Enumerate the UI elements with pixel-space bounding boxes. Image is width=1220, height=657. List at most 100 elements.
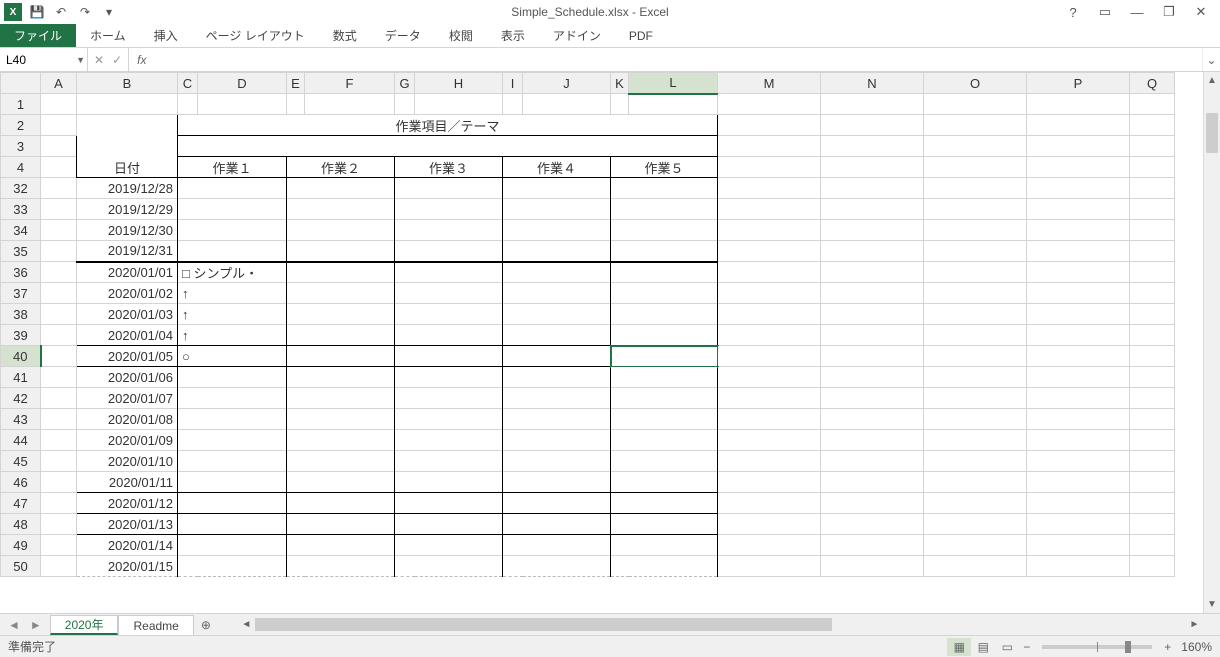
cell-B45[interactable]: 2020/01/10 bbox=[77, 451, 178, 472]
tab-review[interactable]: 校閲 bbox=[435, 24, 487, 47]
cell-O34[interactable] bbox=[924, 220, 1027, 241]
cell-Q34[interactable] bbox=[1130, 220, 1175, 241]
cell-E40[interactable] bbox=[287, 346, 395, 367]
cell-I33[interactable] bbox=[503, 199, 611, 220]
cell-M46[interactable] bbox=[718, 472, 821, 493]
tab-formulas[interactable]: 数式 bbox=[319, 24, 371, 47]
cell-E39[interactable] bbox=[287, 325, 395, 346]
row-header-34[interactable]: 34 bbox=[1, 220, 41, 241]
cell-G40[interactable] bbox=[395, 346, 503, 367]
cell-P45[interactable] bbox=[1027, 451, 1130, 472]
cell-N33[interactable] bbox=[821, 199, 924, 220]
cell-Q45[interactable] bbox=[1130, 451, 1175, 472]
cell-I48[interactable] bbox=[503, 514, 611, 535]
cell-C47[interactable] bbox=[178, 493, 287, 514]
worksheet-grid[interactable]: ABCDEFGHIJKLMNOPQ12日付作業項目／テーマ34作業１作業２作業３… bbox=[0, 72, 1220, 613]
cell-O35[interactable] bbox=[924, 241, 1027, 262]
cell-Q48[interactable] bbox=[1130, 514, 1175, 535]
cell-B33[interactable]: 2019/12/29 bbox=[77, 199, 178, 220]
cell-I38[interactable] bbox=[503, 304, 611, 325]
cell-N34[interactable] bbox=[821, 220, 924, 241]
cell-C40[interactable]: ○ bbox=[178, 346, 287, 367]
cell-G1[interactable] bbox=[395, 94, 415, 115]
cell-O2[interactable] bbox=[924, 115, 1027, 136]
col-header-O[interactable]: O bbox=[924, 73, 1027, 94]
hscroll-thumb[interactable] bbox=[255, 618, 832, 631]
cell-A33[interactable] bbox=[41, 199, 77, 220]
cell-N1[interactable] bbox=[821, 94, 924, 115]
cell-E50[interactable] bbox=[287, 556, 395, 577]
cell-B2[interactable]: 日付 bbox=[77, 115, 178, 178]
cell-P38[interactable] bbox=[1027, 304, 1130, 325]
cell-M35[interactable] bbox=[718, 241, 821, 262]
col-header-C[interactable]: C bbox=[178, 73, 198, 94]
cell-E4[interactable]: 作業２ bbox=[287, 157, 395, 178]
cell-B40[interactable]: 2020/01/05 bbox=[77, 346, 178, 367]
cell-I42[interactable] bbox=[503, 388, 611, 409]
row-header-44[interactable]: 44 bbox=[1, 430, 41, 451]
cell-F1[interactable] bbox=[305, 94, 395, 115]
cell-K37[interactable] bbox=[611, 283, 718, 304]
cell-K43[interactable] bbox=[611, 409, 718, 430]
cell-G50[interactable] bbox=[395, 556, 503, 577]
row-header-50[interactable]: 50 bbox=[1, 556, 41, 577]
cell-K38[interactable] bbox=[611, 304, 718, 325]
cell-M49[interactable] bbox=[718, 535, 821, 556]
cell-O33[interactable] bbox=[924, 199, 1027, 220]
row-header-45[interactable]: 45 bbox=[1, 451, 41, 472]
cell-K4[interactable]: 作業５ bbox=[611, 157, 718, 178]
cell-N40[interactable] bbox=[821, 346, 924, 367]
cell-C42[interactable] bbox=[178, 388, 287, 409]
cell-C44[interactable] bbox=[178, 430, 287, 451]
cell-I46[interactable] bbox=[503, 472, 611, 493]
col-header-N[interactable]: N bbox=[821, 73, 924, 94]
select-all-corner[interactable] bbox=[1, 73, 41, 94]
cell-N41[interactable] bbox=[821, 367, 924, 388]
view-page-break-button[interactable]: ▭ bbox=[995, 638, 1019, 656]
cell-E37[interactable] bbox=[287, 283, 395, 304]
cell-P2[interactable] bbox=[1027, 115, 1130, 136]
cell-G39[interactable] bbox=[395, 325, 503, 346]
cell-M39[interactable] bbox=[718, 325, 821, 346]
row-header-48[interactable]: 48 bbox=[1, 514, 41, 535]
cell-A45[interactable] bbox=[41, 451, 77, 472]
cell-C34[interactable] bbox=[178, 220, 287, 241]
cell-C50[interactable] bbox=[178, 556, 287, 577]
cell-N48[interactable] bbox=[821, 514, 924, 535]
cell-K41[interactable] bbox=[611, 367, 718, 388]
cell-K33[interactable] bbox=[611, 199, 718, 220]
cell-C46[interactable] bbox=[178, 472, 287, 493]
cell-C36[interactable]: □ シンプル・ bbox=[178, 262, 287, 283]
cell-E44[interactable] bbox=[287, 430, 395, 451]
cell-A35[interactable] bbox=[41, 241, 77, 262]
cell-N32[interactable] bbox=[821, 178, 924, 199]
cell-P37[interactable] bbox=[1027, 283, 1130, 304]
zoom-value[interactable]: 160% bbox=[1181, 640, 1212, 654]
cell-G4[interactable]: 作業３ bbox=[395, 157, 503, 178]
tab-page-layout[interactable]: ページ レイアウト bbox=[192, 24, 319, 47]
cell-A48[interactable] bbox=[41, 514, 77, 535]
cell-P40[interactable] bbox=[1027, 346, 1130, 367]
cell-O46[interactable] bbox=[924, 472, 1027, 493]
qat-customize[interactable]: ▾ bbox=[100, 3, 118, 21]
tab-data[interactable]: データ bbox=[371, 24, 435, 47]
cell-O42[interactable] bbox=[924, 388, 1027, 409]
cell-K40[interactable] bbox=[611, 346, 718, 367]
cell-O44[interactable] bbox=[924, 430, 1027, 451]
cell-G33[interactable] bbox=[395, 199, 503, 220]
cell-O3[interactable] bbox=[924, 136, 1027, 157]
cell-C32[interactable] bbox=[178, 178, 287, 199]
col-header-B[interactable]: B bbox=[77, 73, 178, 94]
cell-Q44[interactable] bbox=[1130, 430, 1175, 451]
row-header-39[interactable]: 39 bbox=[1, 325, 41, 346]
cell-I41[interactable] bbox=[503, 367, 611, 388]
cell-E48[interactable] bbox=[287, 514, 395, 535]
cell-I36[interactable] bbox=[503, 262, 611, 283]
cell-A41[interactable] bbox=[41, 367, 77, 388]
formula-input[interactable] bbox=[154, 48, 1202, 71]
cell-Q32[interactable] bbox=[1130, 178, 1175, 199]
cell-E43[interactable] bbox=[287, 409, 395, 430]
zoom-knob[interactable] bbox=[1125, 641, 1131, 653]
cell-C33[interactable] bbox=[178, 199, 287, 220]
row-header-49[interactable]: 49 bbox=[1, 535, 41, 556]
